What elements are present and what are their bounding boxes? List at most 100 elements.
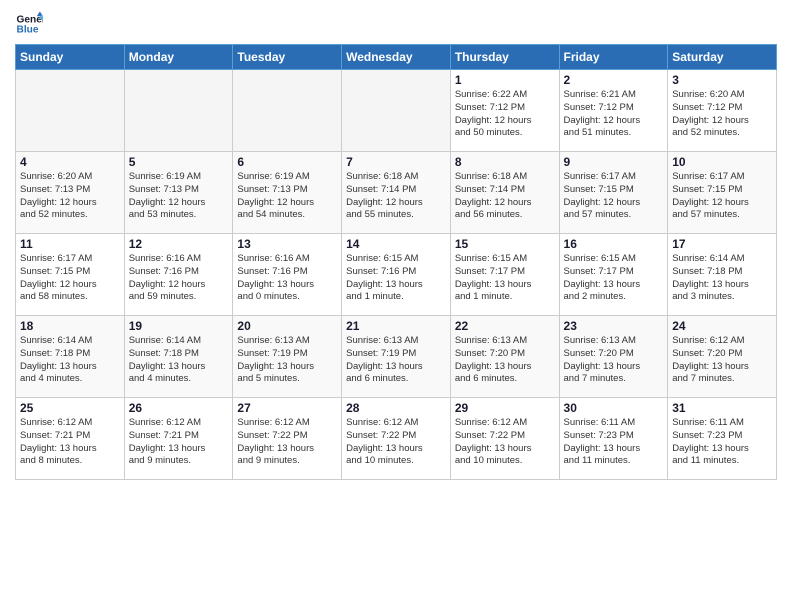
day-info: Sunrise: 6:19 AMSunset: 7:13 PMDaylight:… xyxy=(129,171,229,222)
day-info: Sunrise: 6:17 AMSunset: 7:15 PMDaylight:… xyxy=(20,253,120,304)
day-number: 23 xyxy=(564,319,664,333)
calendar-cell xyxy=(124,70,233,152)
weekday-header-row: SundayMondayTuesdayWednesdayThursdayFrid… xyxy=(16,45,777,70)
calendar-cell: 17 Sunrise: 6:14 AMSunset: 7:18 PMDayligh… xyxy=(668,234,777,316)
calendar-cell: 27 Sunrise: 6:12 AMSunset: 7:22 PMDayligh… xyxy=(233,398,342,480)
day-number: 19 xyxy=(129,319,229,333)
day-info: Sunrise: 6:14 AMSunset: 7:18 PMDaylight:… xyxy=(129,335,229,386)
day-number: 30 xyxy=(564,401,664,415)
calendar-cell: 20 Sunrise: 6:13 AMSunset: 7:19 PMDayligh… xyxy=(233,316,342,398)
day-info: Sunrise: 6:13 AMSunset: 7:20 PMDaylight:… xyxy=(455,335,555,386)
day-number: 3 xyxy=(672,73,772,87)
day-info: Sunrise: 6:12 AMSunset: 7:22 PMDaylight:… xyxy=(237,417,337,468)
weekday-header-friday: Friday xyxy=(559,45,668,70)
calendar-cell: 15 Sunrise: 6:15 AMSunset: 7:17 PMDayligh… xyxy=(450,234,559,316)
day-info: Sunrise: 6:12 AMSunset: 7:22 PMDaylight:… xyxy=(455,417,555,468)
day-number: 2 xyxy=(564,73,664,87)
day-info: Sunrise: 6:15 AMSunset: 7:16 PMDaylight:… xyxy=(346,253,446,304)
day-info: Sunrise: 6:11 AMSunset: 7:23 PMDaylight:… xyxy=(564,417,664,468)
day-info: Sunrise: 6:17 AMSunset: 7:15 PMDaylight:… xyxy=(564,171,664,222)
day-info: Sunrise: 6:13 AMSunset: 7:19 PMDaylight:… xyxy=(346,335,446,386)
day-number: 25 xyxy=(20,401,120,415)
svg-text:Blue: Blue xyxy=(17,25,39,36)
day-number: 18 xyxy=(20,319,120,333)
weekday-header-monday: Monday xyxy=(124,45,233,70)
day-number: 29 xyxy=(455,401,555,415)
calendar-cell: 30 Sunrise: 6:11 AMSunset: 7:23 PMDayligh… xyxy=(559,398,668,480)
day-number: 9 xyxy=(564,155,664,169)
day-number: 24 xyxy=(672,319,772,333)
day-number: 5 xyxy=(129,155,229,169)
calendar-cell: 7 Sunrise: 6:18 AMSunset: 7:14 PMDaylight… xyxy=(342,152,451,234)
calendar-cell xyxy=(233,70,342,152)
day-number: 17 xyxy=(672,237,772,251)
day-number: 6 xyxy=(237,155,337,169)
day-number: 10 xyxy=(672,155,772,169)
calendar-cell: 1 Sunrise: 6:22 AMSunset: 7:12 PMDaylight… xyxy=(450,70,559,152)
day-info: Sunrise: 6:18 AMSunset: 7:14 PMDaylight:… xyxy=(346,171,446,222)
day-info: Sunrise: 6:12 AMSunset: 7:20 PMDaylight:… xyxy=(672,335,772,386)
week-row-4: 18 Sunrise: 6:14 AMSunset: 7:18 PMDayligh… xyxy=(16,316,777,398)
calendar-cell: 4 Sunrise: 6:20 AMSunset: 7:13 PMDaylight… xyxy=(16,152,125,234)
calendar-cell: 19 Sunrise: 6:14 AMSunset: 7:18 PMDayligh… xyxy=(124,316,233,398)
day-number: 1 xyxy=(455,73,555,87)
day-info: Sunrise: 6:11 AMSunset: 7:23 PMDaylight:… xyxy=(672,417,772,468)
calendar-table: SundayMondayTuesdayWednesdayThursdayFrid… xyxy=(15,44,777,480)
calendar-cell: 25 Sunrise: 6:12 AMSunset: 7:21 PMDayligh… xyxy=(16,398,125,480)
day-info: Sunrise: 6:17 AMSunset: 7:15 PMDaylight:… xyxy=(672,171,772,222)
day-number: 14 xyxy=(346,237,446,251)
day-info: Sunrise: 6:12 AMSunset: 7:21 PMDaylight:… xyxy=(20,417,120,468)
calendar-cell xyxy=(16,70,125,152)
calendar-cell: 14 Sunrise: 6:15 AMSunset: 7:16 PMDayligh… xyxy=(342,234,451,316)
day-number: 13 xyxy=(237,237,337,251)
day-number: 21 xyxy=(346,319,446,333)
day-info: Sunrise: 6:16 AMSunset: 7:16 PMDaylight:… xyxy=(237,253,337,304)
day-number: 16 xyxy=(564,237,664,251)
week-row-5: 25 Sunrise: 6:12 AMSunset: 7:21 PMDayligh… xyxy=(16,398,777,480)
calendar-cell: 5 Sunrise: 6:19 AMSunset: 7:13 PMDaylight… xyxy=(124,152,233,234)
calendar-cell: 28Sunrise: 6:12 AMSunset: 7:22 PMDayligh… xyxy=(342,398,451,480)
day-info: Sunrise: 6:12 AMSunset: 7:21 PMDaylight:… xyxy=(129,417,229,468)
day-info: Sunrise: 6:13 AMSunset: 7:19 PMDaylight:… xyxy=(237,335,337,386)
day-number: 15 xyxy=(455,237,555,251)
day-number: 12 xyxy=(129,237,229,251)
calendar-cell: 22 Sunrise: 6:13 AMSunset: 7:20 PMDayligh… xyxy=(450,316,559,398)
weekday-header-tuesday: Tuesday xyxy=(233,45,342,70)
calendar-cell: 16Sunrise: 6:15 AMSunset: 7:17 PMDayligh… xyxy=(559,234,668,316)
day-number: 22 xyxy=(455,319,555,333)
day-number: 20 xyxy=(237,319,337,333)
week-row-1: 1 Sunrise: 6:22 AMSunset: 7:12 PMDaylight… xyxy=(16,70,777,152)
day-info: Sunrise: 6:19 AMSunset: 7:13 PMDaylight:… xyxy=(237,171,337,222)
page-header: General Blue xyxy=(15,10,777,38)
day-info: Sunrise: 6:22 AMSunset: 7:12 PMDaylight:… xyxy=(455,89,555,140)
day-number: 28 xyxy=(346,401,446,415)
day-number: 27 xyxy=(237,401,337,415)
day-info: Sunrise: 6:20 AMSunset: 7:13 PMDaylight:… xyxy=(20,171,120,222)
calendar-cell: 18 Sunrise: 6:14 AMSunset: 7:18 PMDayligh… xyxy=(16,316,125,398)
day-number: 7 xyxy=(346,155,446,169)
calendar-cell: 21 Sunrise: 6:13 AMSunset: 7:19 PMDayligh… xyxy=(342,316,451,398)
weekday-header-saturday: Saturday xyxy=(668,45,777,70)
week-row-3: 11Sunrise: 6:17 AMSunset: 7:15 PMDayligh… xyxy=(16,234,777,316)
day-info: Sunrise: 6:13 AMSunset: 7:20 PMDaylight:… xyxy=(564,335,664,386)
day-info: Sunrise: 6:14 AMSunset: 7:18 PMDaylight:… xyxy=(20,335,120,386)
day-info: Sunrise: 6:14 AMSunset: 7:18 PMDaylight:… xyxy=(672,253,772,304)
calendar-cell: 8Sunrise: 6:18 AMSunset: 7:14 PMDaylight… xyxy=(450,152,559,234)
day-number: 8 xyxy=(455,155,555,169)
weekday-header-sunday: Sunday xyxy=(16,45,125,70)
day-info: Sunrise: 6:20 AMSunset: 7:12 PMDaylight:… xyxy=(672,89,772,140)
day-number: 4 xyxy=(20,155,120,169)
calendar-cell: 13 Sunrise: 6:16 AMSunset: 7:16 PMDayligh… xyxy=(233,234,342,316)
day-info: Sunrise: 6:15 AMSunset: 7:17 PMDaylight:… xyxy=(455,253,555,304)
day-info: Sunrise: 6:21 AMSunset: 7:12 PMDaylight:… xyxy=(564,89,664,140)
calendar-cell: 12Sunrise: 6:16 AMSunset: 7:16 PMDayligh… xyxy=(124,234,233,316)
calendar-cell: 23 Sunrise: 6:13 AMSunset: 7:20 PMDayligh… xyxy=(559,316,668,398)
calendar-cell: 24 Sunrise: 6:12 AMSunset: 7:20 PMDayligh… xyxy=(668,316,777,398)
week-row-2: 4 Sunrise: 6:20 AMSunset: 7:13 PMDaylight… xyxy=(16,152,777,234)
weekday-header-thursday: Thursday xyxy=(450,45,559,70)
calendar-cell: 9 Sunrise: 6:17 AMSunset: 7:15 PMDaylight… xyxy=(559,152,668,234)
logo: General Blue xyxy=(15,10,43,38)
calendar-cell: 26 Sunrise: 6:12 AMSunset: 7:21 PMDayligh… xyxy=(124,398,233,480)
day-number: 31 xyxy=(672,401,772,415)
day-number: 26 xyxy=(129,401,229,415)
